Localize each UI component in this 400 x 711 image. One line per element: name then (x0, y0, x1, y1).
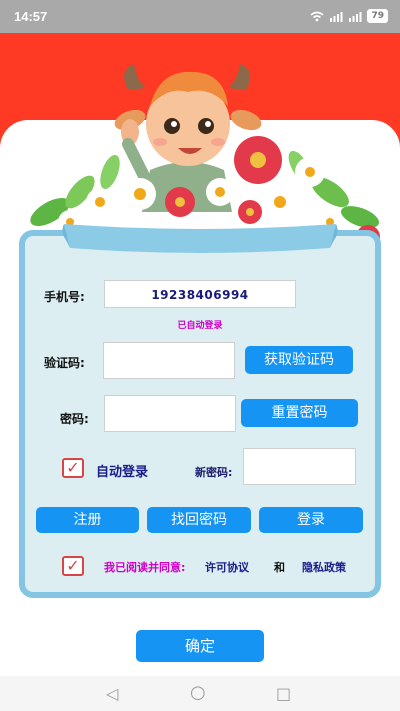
checkbox-checked-icon: ✓ (66, 556, 80, 575)
code-label: 验证码: (44, 356, 85, 370)
get-code-button[interactable]: 获取验证码 (245, 346, 353, 374)
status-icons: 79 (310, 9, 388, 23)
phone-label: 手机号: (44, 290, 85, 304)
code-input[interactable] (103, 342, 235, 379)
system-nav-bar: ◁ ○ □ (0, 676, 400, 711)
wifi-icon (310, 11, 324, 21)
signal-icon (330, 11, 343, 22)
auto-login-label[interactable]: 自动登录 (96, 461, 148, 480)
app-screen: 14:57 79 手机号: 19238406994 已自动登录 验证码: 获取验… (0, 0, 400, 711)
reset-password-button[interactable]: 重置密码 (241, 399, 358, 427)
back-nav-icon[interactable]: ◁ (106, 684, 118, 703)
panel-banner (62, 224, 338, 253)
password-label: 密码: (60, 412, 89, 426)
home-nav-icon[interactable]: ○ (190, 682, 206, 703)
recover-password-button[interactable]: 找回密码 (147, 507, 251, 533)
auto-login-hint: 已自动登录 (177, 321, 223, 331)
status-time: 14:57 (14, 9, 48, 24)
recents-nav-icon[interactable]: □ (276, 684, 291, 703)
register-button[interactable]: 注册 (36, 507, 139, 533)
license-link[interactable]: 许可协议 (205, 559, 249, 575)
new-password-label: 新密码: (195, 466, 233, 479)
signal-icon-2 (349, 11, 362, 22)
agreement-and: 和 (274, 561, 285, 574)
agreement-prefix: 我已阅读并同意: (104, 561, 186, 574)
new-password-input[interactable] (243, 448, 356, 485)
battery-icon: 79 (367, 9, 388, 23)
privacy-link[interactable]: 隐私政策 (302, 559, 346, 575)
login-button[interactable]: 登录 (259, 507, 363, 533)
status-bar: 14:57 79 (0, 0, 400, 33)
auto-login-checkbox[interactable]: ✓ (62, 458, 84, 478)
agreement-checkbox[interactable]: ✓ (62, 556, 84, 576)
checkbox-checked-icon: ✓ (66, 458, 80, 477)
phone-value: 19238406994 (151, 288, 249, 302)
password-input[interactable] (104, 395, 236, 432)
confirm-button[interactable]: 确定 (136, 630, 264, 662)
